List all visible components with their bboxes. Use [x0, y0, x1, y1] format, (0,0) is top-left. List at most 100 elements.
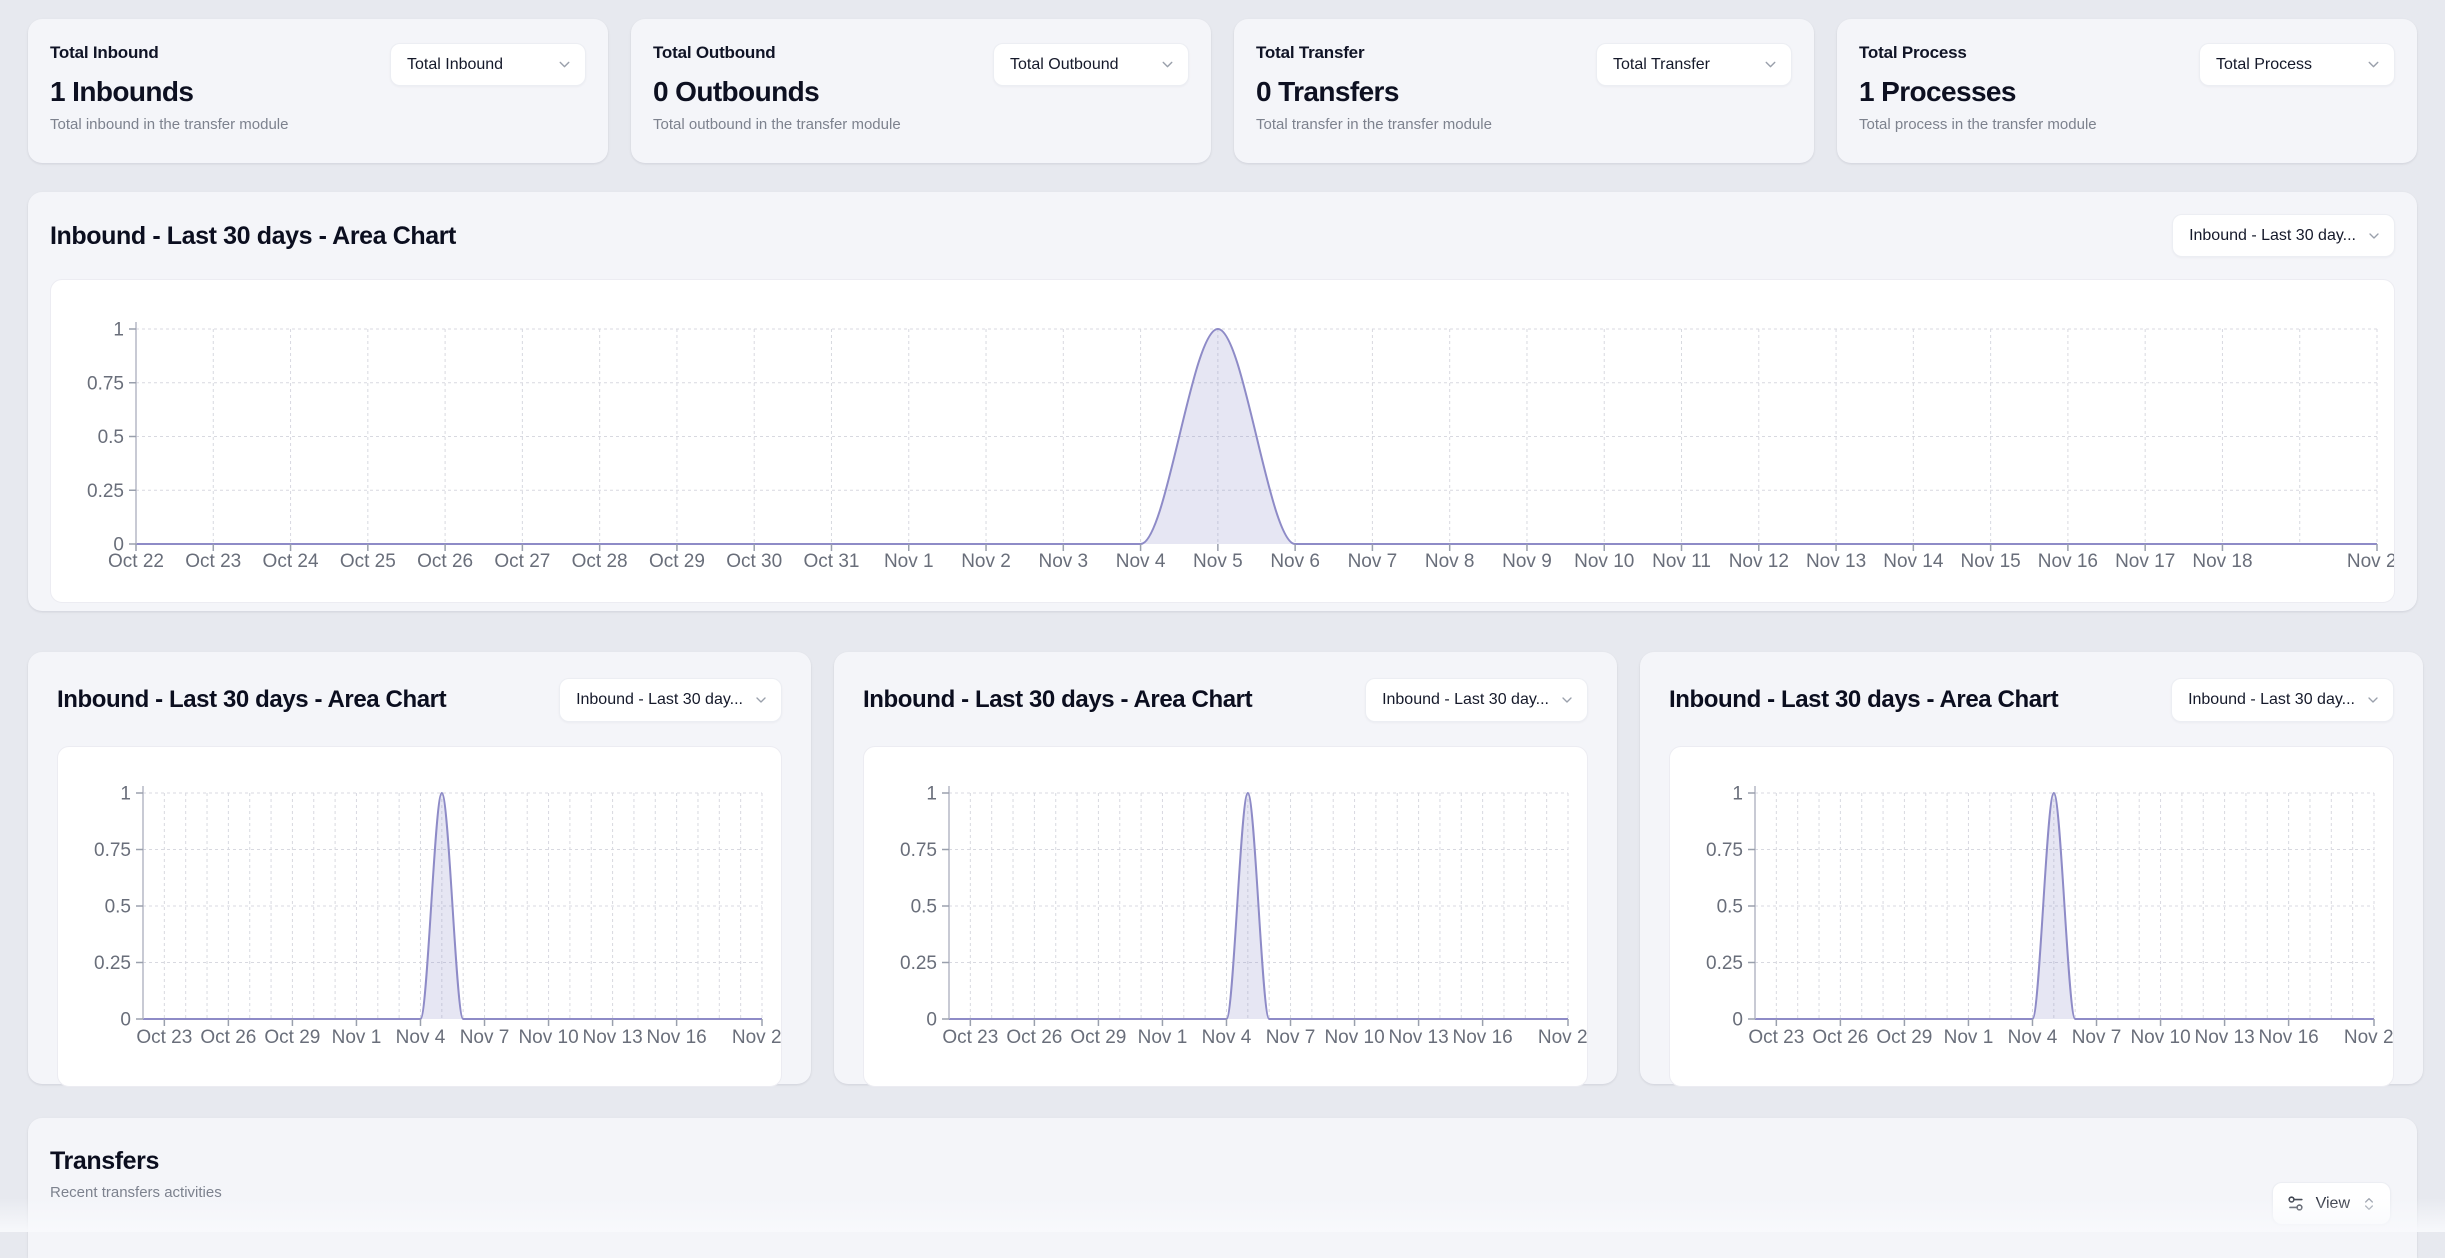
stat-label: Total Process — [1859, 43, 2097, 63]
svg-text:0: 0 — [1732, 1010, 1743, 1031]
svg-text:Oct 23: Oct 23 — [1748, 1027, 1804, 1048]
panel-header: Inbound - Last 30 days - Area Chart Inbo… — [1669, 678, 2394, 722]
stat-card-total-outbound: Total Outbound 0 Outbounds Total outboun… — [631, 19, 1211, 163]
total-transfer-select[interactable]: Total Transfer — [1596, 43, 1792, 86]
stat-label: Total Transfer — [1256, 43, 1492, 63]
svg-text:Nov 4: Nov 4 — [1202, 1027, 1252, 1048]
sliders-icon — [2286, 1194, 2305, 1213]
select-value: Inbound - Last 30 day... — [2189, 227, 2356, 245]
svg-text:Nov 6: Nov 6 — [1270, 551, 1320, 572]
svg-text:1: 1 — [120, 784, 131, 805]
stat-label: Total Inbound — [50, 43, 288, 63]
svg-text:0.25: 0.25 — [87, 481, 124, 502]
svg-text:Nov 7: Nov 7 — [2072, 1027, 2122, 1048]
svg-text:Nov 17: Nov 17 — [2115, 551, 2175, 572]
svg-text:Nov 15: Nov 15 — [1961, 551, 2021, 572]
chart-range-select[interactable]: Inbound - Last 30 day... — [1365, 678, 1588, 722]
stat-info: Total Outbound 0 Outbounds Total outboun… — [653, 43, 901, 134]
chart-title: Inbound - Last 30 days - Area Chart — [863, 684, 1252, 716]
inbound-chart-panel-large: Inbound - Last 30 days - Area Chart Inbo… — [28, 192, 2417, 611]
svg-text:Nov 1: Nov 1 — [1138, 1027, 1188, 1048]
svg-text:Nov 7: Nov 7 — [1348, 551, 1398, 572]
chart-range-select[interactable]: Inbound - Last 30 day... — [559, 678, 782, 722]
total-process-select[interactable]: Total Process — [2199, 43, 2395, 86]
svg-text:Nov 10: Nov 10 — [2130, 1027, 2190, 1048]
view-button[interactable]: View — [2272, 1182, 2391, 1225]
svg-text:Oct 31: Oct 31 — [803, 551, 859, 572]
inbound-chart-panel-small-3: Inbound - Last 30 days - Area Chart Inbo… — [1640, 652, 2423, 1084]
svg-text:Oct 23: Oct 23 — [185, 551, 241, 572]
svg-text:0.25: 0.25 — [94, 953, 131, 974]
inbound-area-chart-small: 00.250.50.751Oct 23Oct 26Oct 29Nov 1Nov … — [58, 747, 781, 1084]
stat-description: Total process in the transfer module — [1859, 116, 2097, 134]
select-value: Inbound - Last 30 day... — [576, 691, 743, 709]
total-outbound-select[interactable]: Total Outbound — [993, 43, 1189, 86]
svg-text:Nov 7: Nov 7 — [1266, 1027, 1316, 1048]
chart-range-select[interactable]: Inbound - Last 30 day... — [2172, 214, 2395, 257]
panel-header: Inbound - Last 30 days - Area Chart Inbo… — [50, 214, 2395, 257]
svg-text:Nov 10: Nov 10 — [1324, 1027, 1384, 1048]
inbound-area-chart-small: 00.250.50.751Oct 23Oct 26Oct 29Nov 1Nov … — [1670, 747, 2393, 1084]
stat-value: 0 Transfers — [1256, 77, 1492, 107]
svg-text:0.25: 0.25 — [1706, 953, 1743, 974]
chevron-down-icon — [1159, 56, 1176, 73]
svg-text:0.75: 0.75 — [94, 840, 131, 861]
svg-text:1: 1 — [926, 784, 937, 805]
stat-description: Total inbound in the transfer module — [50, 116, 288, 134]
svg-text:Oct 29: Oct 29 — [264, 1027, 320, 1048]
chart-title: Inbound - Last 30 days - Area Chart — [57, 684, 446, 716]
svg-text:Oct 28: Oct 28 — [572, 551, 628, 572]
plot-area: 00.250.50.751Oct 22Oct 23Oct 24Oct 25Oct… — [50, 279, 2395, 603]
svg-text:Oct 29: Oct 29 — [1876, 1027, 1932, 1048]
panel-header: Inbound - Last 30 days - Area Chart Inbo… — [863, 678, 1588, 722]
svg-text:Nov 2: Nov 2 — [961, 551, 1011, 572]
inbound-area-chart-large: 00.250.50.751Oct 22Oct 23Oct 24Oct 25Oct… — [51, 280, 2394, 600]
plot-area: 00.250.50.751Oct 23Oct 26Oct 29Nov 1Nov … — [1669, 746, 2394, 1087]
select-value: Total Process — [2216, 56, 2312, 74]
svg-text:Nov 16: Nov 16 — [2259, 1027, 2319, 1048]
chart-range-select[interactable]: Inbound - Last 30 day... — [2171, 678, 2394, 722]
svg-text:Oct 26: Oct 26 — [1812, 1027, 1868, 1048]
svg-text:Oct 26: Oct 26 — [417, 551, 473, 572]
total-inbound-select[interactable]: Total Inbound — [390, 43, 586, 86]
chevron-down-icon — [2365, 56, 2382, 73]
plot-area: 00.250.50.751Oct 23Oct 26Oct 29Nov 1Nov … — [863, 746, 1588, 1087]
svg-text:Oct 24: Oct 24 — [263, 551, 319, 572]
svg-text:Oct 26: Oct 26 — [200, 1027, 256, 1048]
svg-text:Oct 22: Oct 22 — [108, 551, 164, 572]
svg-text:1: 1 — [113, 320, 124, 341]
svg-text:Nov 1: Nov 1 — [1944, 1027, 1994, 1048]
chevron-down-icon — [2365, 692, 2381, 708]
svg-text:Nov 16: Nov 16 — [2038, 551, 2098, 572]
view-button-label: View — [2316, 1195, 2350, 1213]
chart-title: Inbound - Last 30 days - Area Chart — [50, 220, 456, 252]
chevron-down-icon — [1559, 692, 1575, 708]
stat-description: Total transfer in the transfer module — [1256, 116, 1492, 134]
stat-info: Total Process 1 Processes Total process … — [1859, 43, 2097, 134]
svg-text:0.75: 0.75 — [1706, 840, 1743, 861]
svg-text:0.25: 0.25 — [900, 953, 937, 974]
chart-title: Inbound - Last 30 days - Area Chart — [1669, 684, 2058, 716]
svg-text:0.5: 0.5 — [105, 897, 131, 918]
svg-text:0.5: 0.5 — [1717, 897, 1743, 918]
svg-text:Nov 20: Nov 20 — [1538, 1027, 1587, 1048]
select-value: Inbound - Last 30 day... — [1382, 691, 1549, 709]
svg-text:Nov 4: Nov 4 — [396, 1027, 446, 1048]
svg-text:Nov 11: Nov 11 — [1652, 551, 1711, 572]
panel-header: Inbound - Last 30 days - Area Chart Inbo… — [57, 678, 782, 722]
svg-text:0.5: 0.5 — [911, 897, 937, 918]
select-value: Total Transfer — [1613, 56, 1710, 74]
inbound-chart-panel-small-2: Inbound - Last 30 days - Area Chart Inbo… — [834, 652, 1617, 1084]
svg-text:Nov 4: Nov 4 — [2008, 1027, 2058, 1048]
transfers-title: Transfers — [50, 1146, 2391, 1176]
stat-info: Total Inbound 1 Inbounds Total inbound i… — [50, 43, 288, 134]
select-value: Total Outbound — [1010, 56, 1119, 74]
svg-text:0.75: 0.75 — [900, 840, 937, 861]
svg-text:Nov 13: Nov 13 — [2194, 1027, 2254, 1048]
svg-text:Nov 1: Nov 1 — [884, 551, 934, 572]
svg-text:Nov 3: Nov 3 — [1038, 551, 1088, 572]
chevron-down-icon — [753, 692, 769, 708]
svg-text:Nov 18: Nov 18 — [2192, 551, 2252, 572]
inbound-area-chart-small: 00.250.50.751Oct 23Oct 26Oct 29Nov 1Nov … — [864, 747, 1587, 1084]
stat-card-total-transfer: Total Transfer 0 Transfers Total transfe… — [1234, 19, 1814, 163]
